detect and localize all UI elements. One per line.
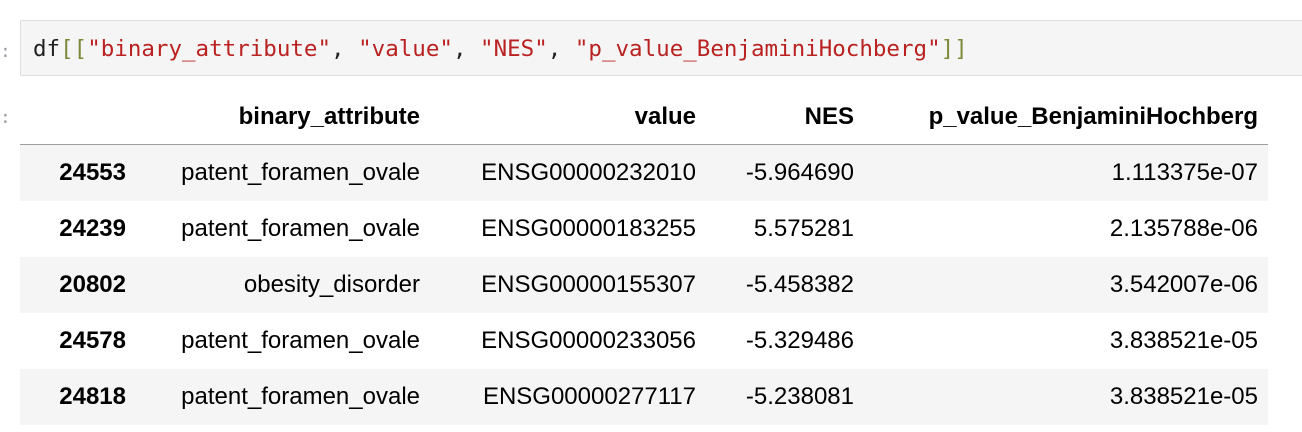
code-token-bracket: [[ [60, 36, 88, 62]
column-header-binary-attribute: binary_attribute [136, 90, 430, 145]
cell-value: ENSG00000233056 [481, 326, 696, 354]
cell-nes: 5.575281 [753, 214, 854, 242]
cell-value: ENSG00000155307 [481, 270, 696, 298]
code-token-str: "value" [358, 36, 453, 62]
code-token-punct: df [33, 36, 61, 62]
cell-value: ENSG00000277117 [482, 382, 696, 410]
cell-nes: -5.238081 [745, 382, 854, 410]
code-token-str: "binary_attribute" [87, 36, 332, 62]
table-row: 24818 patent_foramen_ovale ENSG000002771… [20, 368, 1268, 425]
row-index: 24578 [59, 326, 126, 354]
cell-binary-attribute: patent_foramen_ovale [181, 214, 420, 242]
cell-p-value: 3.838521e-05 [1109, 326, 1258, 354]
cell-p-value: 3.542007e-06 [1109, 270, 1258, 298]
table-header-row: binary_attribute value NES p_value_Benja… [20, 90, 1268, 145]
table-row: 20802 obesity_disorder ENSG00000155307 -… [20, 256, 1268, 313]
cell-binary-attribute: patent_foramen_ovale [181, 158, 420, 186]
column-header-p-value: p_value_BenjaminiHochberg [864, 90, 1268, 145]
table-row: 24578 patent_foramen_ovale ENSG000002330… [20, 312, 1268, 369]
code-line[interactable]: df[["binary_attribute", "value", "NES", … [33, 35, 968, 63]
cell-p-value: 2.135788e-06 [1109, 214, 1258, 242]
code-token-punct: , [331, 36, 359, 62]
column-header-nes: NES [706, 90, 864, 145]
cell-binary-attribute: patent_foramen_ovale [181, 382, 420, 410]
code-token-punct: , [452, 36, 481, 62]
code-input-cell[interactable]: df[["binary_attribute", "value", "NES", … [20, 20, 1302, 76]
input-cell-gutter[interactable]: : [0, 40, 11, 64]
code-token-punct: , [547, 36, 575, 62]
index-header [20, 90, 136, 145]
cell-binary-attribute: patent_foramen_ovale [181, 326, 420, 354]
table-row: 24239 patent_foramen_ovale ENSG000001832… [20, 200, 1268, 257]
column-header-value: value [430, 90, 706, 145]
row-index: 24818 [59, 382, 126, 410]
code-token-str: "NES" [480, 36, 548, 62]
output-cell-gutter[interactable]: : [0, 106, 11, 130]
row-index: 24553 [59, 158, 126, 186]
cell-binary-attribute: obesity_disorder [243, 270, 420, 298]
dataframe-output: binary_attribute value NES p_value_Benja… [20, 90, 1302, 432]
cell-p-value: 1.113375e-07 [1111, 158, 1258, 186]
row-index: 24239 [59, 214, 126, 242]
table-row: 24553 patent_foramen_ovale ENSG000002320… [20, 144, 1268, 201]
code-token-bracket: ]] [940, 36, 968, 62]
cell-value: ENSG00000183255 [481, 214, 696, 242]
cell-nes: -5.458382 [745, 270, 854, 298]
cell-p-value: 3.838521e-05 [1109, 382, 1258, 410]
cell-nes: -5.964690 [745, 158, 854, 186]
row-index: 20802 [59, 270, 126, 298]
dataframe-table: binary_attribute value NES p_value_Benja… [20, 90, 1268, 425]
code-token-str: "p_value_BenjaminiHochberg" [574, 36, 941, 62]
cell-value: ENSG00000232010 [481, 158, 696, 186]
cell-nes: -5.329486 [745, 326, 854, 354]
